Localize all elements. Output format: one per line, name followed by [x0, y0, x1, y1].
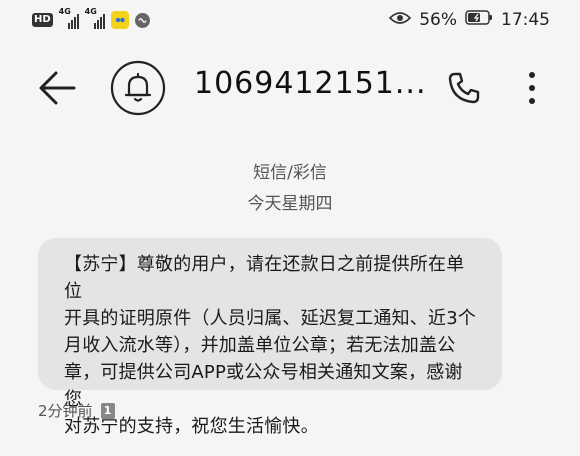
hd-icon: HD	[32, 13, 53, 27]
app-notification-icon	[110, 11, 129, 29]
clock: 17:45	[501, 10, 550, 30]
phone-icon	[448, 72, 480, 104]
status-bar-left: HD 4G 4G	[32, 7, 150, 29]
notification-button[interactable]	[110, 60, 166, 116]
message-line: 章，可提供公司APP或公众号相关通知文案，感谢您	[64, 362, 463, 410]
message-bubble[interactable]: 【苏宁】尊敬的用户，请在还款日之前提供所在单位 开具的证明原件（人员归属、延迟复…	[38, 238, 502, 437]
message-line: 【苏宁】尊敬的用户，请在还款日之前提供所在单位	[64, 254, 465, 302]
date-divider: 今天星期四	[247, 194, 333, 214]
recorder-icon	[134, 12, 150, 28]
contact-name[interactable]: 1069412151...	[194, 66, 426, 101]
eye-icon	[389, 10, 412, 30]
message-line: 月收入流水等），并加盖单位公章；若无法加盖公	[64, 335, 456, 356]
back-button[interactable]	[38, 70, 78, 106]
message-timestamp: 2分钟前	[38, 402, 93, 420]
battery-icon	[465, 10, 493, 30]
back-arrow-icon	[39, 71, 76, 105]
message-line: 开具的证明原件（人员归属、延迟复工通知、近3个	[64, 308, 477, 329]
message-meta: 2分钟前 1	[38, 400, 115, 421]
bell-icon	[110, 60, 166, 116]
signal-icon: 4G	[59, 7, 79, 29]
network-type-label: 4G	[58, 7, 71, 16]
battery-percent: 56%	[419, 10, 457, 30]
status-bar: HD 4G 4G 56% 17:45	[0, 0, 580, 40]
call-button[interactable]	[446, 70, 482, 106]
sim-card-icon: 1	[100, 402, 115, 419]
message-type-label: 短信/彩信	[253, 163, 327, 183]
conversation-header: 1069412151...	[0, 58, 580, 118]
more-vertical-icon	[529, 72, 535, 104]
status-bar-right: 56% 17:45	[389, 10, 550, 30]
signal-icon: 4G	[85, 7, 105, 29]
message-text: 【苏宁】尊敬的用户，请在还款日之前提供所在单位 开具的证明原件（人员归属、延迟复…	[64, 251, 478, 440]
more-options-button[interactable]	[520, 68, 544, 108]
network-type-label: 4G	[84, 7, 97, 16]
